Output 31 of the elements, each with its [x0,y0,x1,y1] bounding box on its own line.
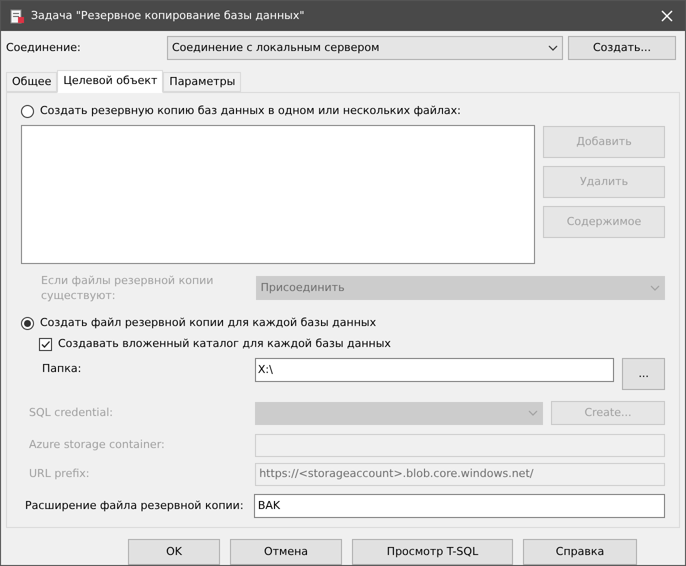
dialog-button[interactable]: OK [128,539,220,565]
task-icon [9,8,25,24]
chevron-down-icon [528,410,538,416]
browse-button[interactable]: ... [622,358,665,390]
checkbox-label: Создавать вложенный каталог для каждой базы данных [58,336,391,352]
field-label: SQL credential: [28,404,114,421]
chevron-down-icon [548,45,558,51]
radio-button[interactable] [21,316,34,330]
create-button[interactable]: Создать... [568,36,676,60]
dialog-button[interactable]: Справка [523,539,637,565]
field-label: Azure storage container: [28,437,166,454]
window-title: Задача "Резервное копирование базы данных" [31,8,306,24]
connection-label: Соединение: [6,40,82,56]
tab[interactable]: Параметры [163,72,242,92]
close-icon[interactable] [661,10,673,22]
connection-dropdown[interactable]: Соединение с локальным сервером [167,36,563,60]
radio-button[interactable] [21,104,34,118]
radio-label: Создать резервную копию баз данных в одном или нескольких файлах: [40,102,461,119]
chevron-down-icon [650,285,660,291]
tab[interactable]: Целевой объект [57,70,164,93]
radio-label: Создать файл резервной копии для каждой базы данных [40,314,376,331]
tab[interactable]: Общее [6,72,58,92]
folder-field[interactable]: X:\ [254,358,614,382]
dialog-button[interactable]: Просмотр T-SQL [352,539,513,565]
extension-field[interactable]: BAK [254,494,665,518]
checkbox[interactable] [39,338,52,350]
dialog-button[interactable]: Отмена [230,539,342,565]
field-label: Папка: [41,361,82,377]
field-label: Расширение файла резервной копии: [24,498,245,514]
field-label: Если файлы резервной копии существуют: [40,273,214,303]
field-label: URL prefix: [28,466,90,482]
